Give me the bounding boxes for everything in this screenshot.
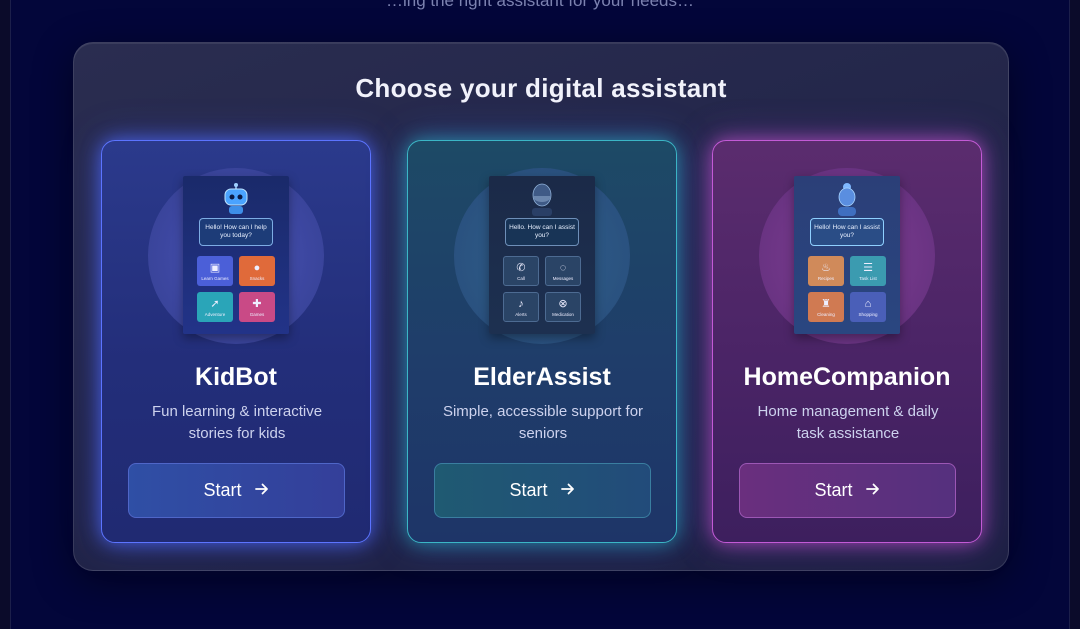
elder-avatar-icon bbox=[527, 182, 557, 216]
pot-icon: ♨ bbox=[821, 261, 831, 274]
rocket-icon: ➚ bbox=[210, 297, 220, 310]
plus-tile: ✚ Games bbox=[239, 292, 275, 322]
assistant-avatar-icon bbox=[832, 182, 862, 216]
panel-title: Choose your digital assistant bbox=[355, 73, 727, 103]
phone-icon: ✆ bbox=[516, 261, 526, 274]
call-tile: ✆ Call bbox=[503, 256, 539, 286]
card-description: Simple, accessible support for seniors bbox=[442, 403, 644, 442]
card-description: Fun learning & interactive stories for k… bbox=[151, 403, 323, 442]
alerts-tile: ♪ Alerts bbox=[503, 292, 539, 322]
arrow-right-icon bbox=[560, 481, 576, 500]
tile-label: Snacks bbox=[249, 275, 265, 281]
robot-icon bbox=[221, 182, 251, 216]
shopping-tile: ⌂ Shopping bbox=[850, 292, 886, 322]
top-partial-text: …ing the right assistant for your needs… bbox=[385, 0, 695, 10]
kidbot-start-button[interactable]: Start bbox=[128, 463, 345, 518]
card-elderassist[interactable]: Hello. How can I assist you? ✆ Call ◌ Me… bbox=[407, 140, 677, 543]
puzzle-tile: ▣ Learn Games bbox=[197, 256, 233, 286]
greeting-bubble: Hello! How can I assist you? bbox=[810, 218, 884, 246]
messages-tile: ◌ Messages bbox=[545, 256, 581, 286]
tile-label: Recipes bbox=[817, 275, 835, 281]
tile-label: Cleaning bbox=[817, 311, 835, 317]
rocket-tile: ➚ Adventure bbox=[197, 292, 233, 322]
start-button-label: Start bbox=[509, 480, 548, 500]
cookie-icon: ● bbox=[253, 261, 261, 274]
homecompanion-preview-image: Hello! How can I assist you? ♨ Recipes ☰… bbox=[794, 176, 900, 334]
message-icon: ◌ bbox=[559, 261, 567, 274]
elderassist-start-button[interactable]: Start bbox=[434, 463, 651, 518]
kidbot-preview-image: Hello! How can I help you today? ▣ Learn… bbox=[183, 176, 289, 334]
tile-label: Adventure bbox=[204, 311, 226, 317]
arrow-right-icon bbox=[865, 481, 881, 500]
bag-icon: ♜ bbox=[821, 297, 831, 310]
elderassist-preview-image: Hello. How can I assist you? ✆ Call ◌ Me… bbox=[489, 176, 595, 334]
pills-icon: ⊗ bbox=[558, 297, 568, 310]
puzzle-icon: ▣ bbox=[209, 261, 221, 274]
preview-tiles: ♨ Recipes ☰ Task List ♜ Cleaning ⌂ Shopp… bbox=[808, 256, 888, 322]
card-title: ElderAssist bbox=[473, 363, 611, 391]
tile-label: Learn Games bbox=[201, 275, 229, 281]
start-button-label: Start bbox=[814, 480, 853, 500]
arrow-right-icon bbox=[254, 481, 270, 500]
greeting-bubble: Hello. How can I assist you? bbox=[505, 218, 579, 246]
homecompanion-start-button[interactable]: Start bbox=[739, 463, 956, 518]
preview-tiles: ▣ Learn Games ● Snacks ➚ Adventure ✚ Gam… bbox=[197, 256, 277, 322]
card-title: HomeCompanion bbox=[743, 363, 951, 391]
recipes-tile: ♨ Recipes bbox=[808, 256, 844, 286]
basket-icon: ⌂ bbox=[864, 297, 872, 310]
medication-tile: ⊗ Medication bbox=[545, 292, 581, 322]
tile-label: Medication bbox=[552, 311, 574, 317]
start-button-label: Start bbox=[203, 480, 242, 500]
checklist-icon: ☰ bbox=[863, 261, 873, 274]
card-kidbot[interactable]: Hello! How can I help you today? ▣ Learn… bbox=[101, 140, 371, 543]
tile-label: Call bbox=[517, 275, 525, 281]
card-title: KidBot bbox=[195, 363, 277, 391]
plus-icon: ✚ bbox=[252, 297, 262, 310]
preview-tiles: ✆ Call ◌ Messages ♪ Alerts ⊗ Medication bbox=[503, 256, 583, 322]
tile-label: Task List bbox=[859, 275, 877, 281]
tile-label: Games bbox=[249, 311, 265, 317]
cookie-tile: ● Snacks bbox=[239, 256, 275, 286]
tile-label: Shopping bbox=[858, 311, 878, 317]
card-homecompanion[interactable]: Hello! How can I assist you? ♨ Recipes ☰… bbox=[712, 140, 982, 543]
greeting-bubble: Hello! How can I help you today? bbox=[199, 218, 273, 246]
cleaning-tile: ♜ Cleaning bbox=[808, 292, 844, 322]
card-description: Home management & daily task assistance bbox=[757, 403, 939, 442]
bell-icon: ♪ bbox=[518, 297, 524, 310]
tasklist-tile: ☰ Task List bbox=[850, 256, 886, 286]
app-frame: …ing the right assistant for your needs…… bbox=[10, 0, 1070, 629]
tile-label: Messages bbox=[552, 275, 574, 281]
tile-label: Alerts bbox=[515, 311, 527, 317]
assistant-chooser-panel: Choose your digital assistant Hello! How… bbox=[73, 42, 1009, 571]
